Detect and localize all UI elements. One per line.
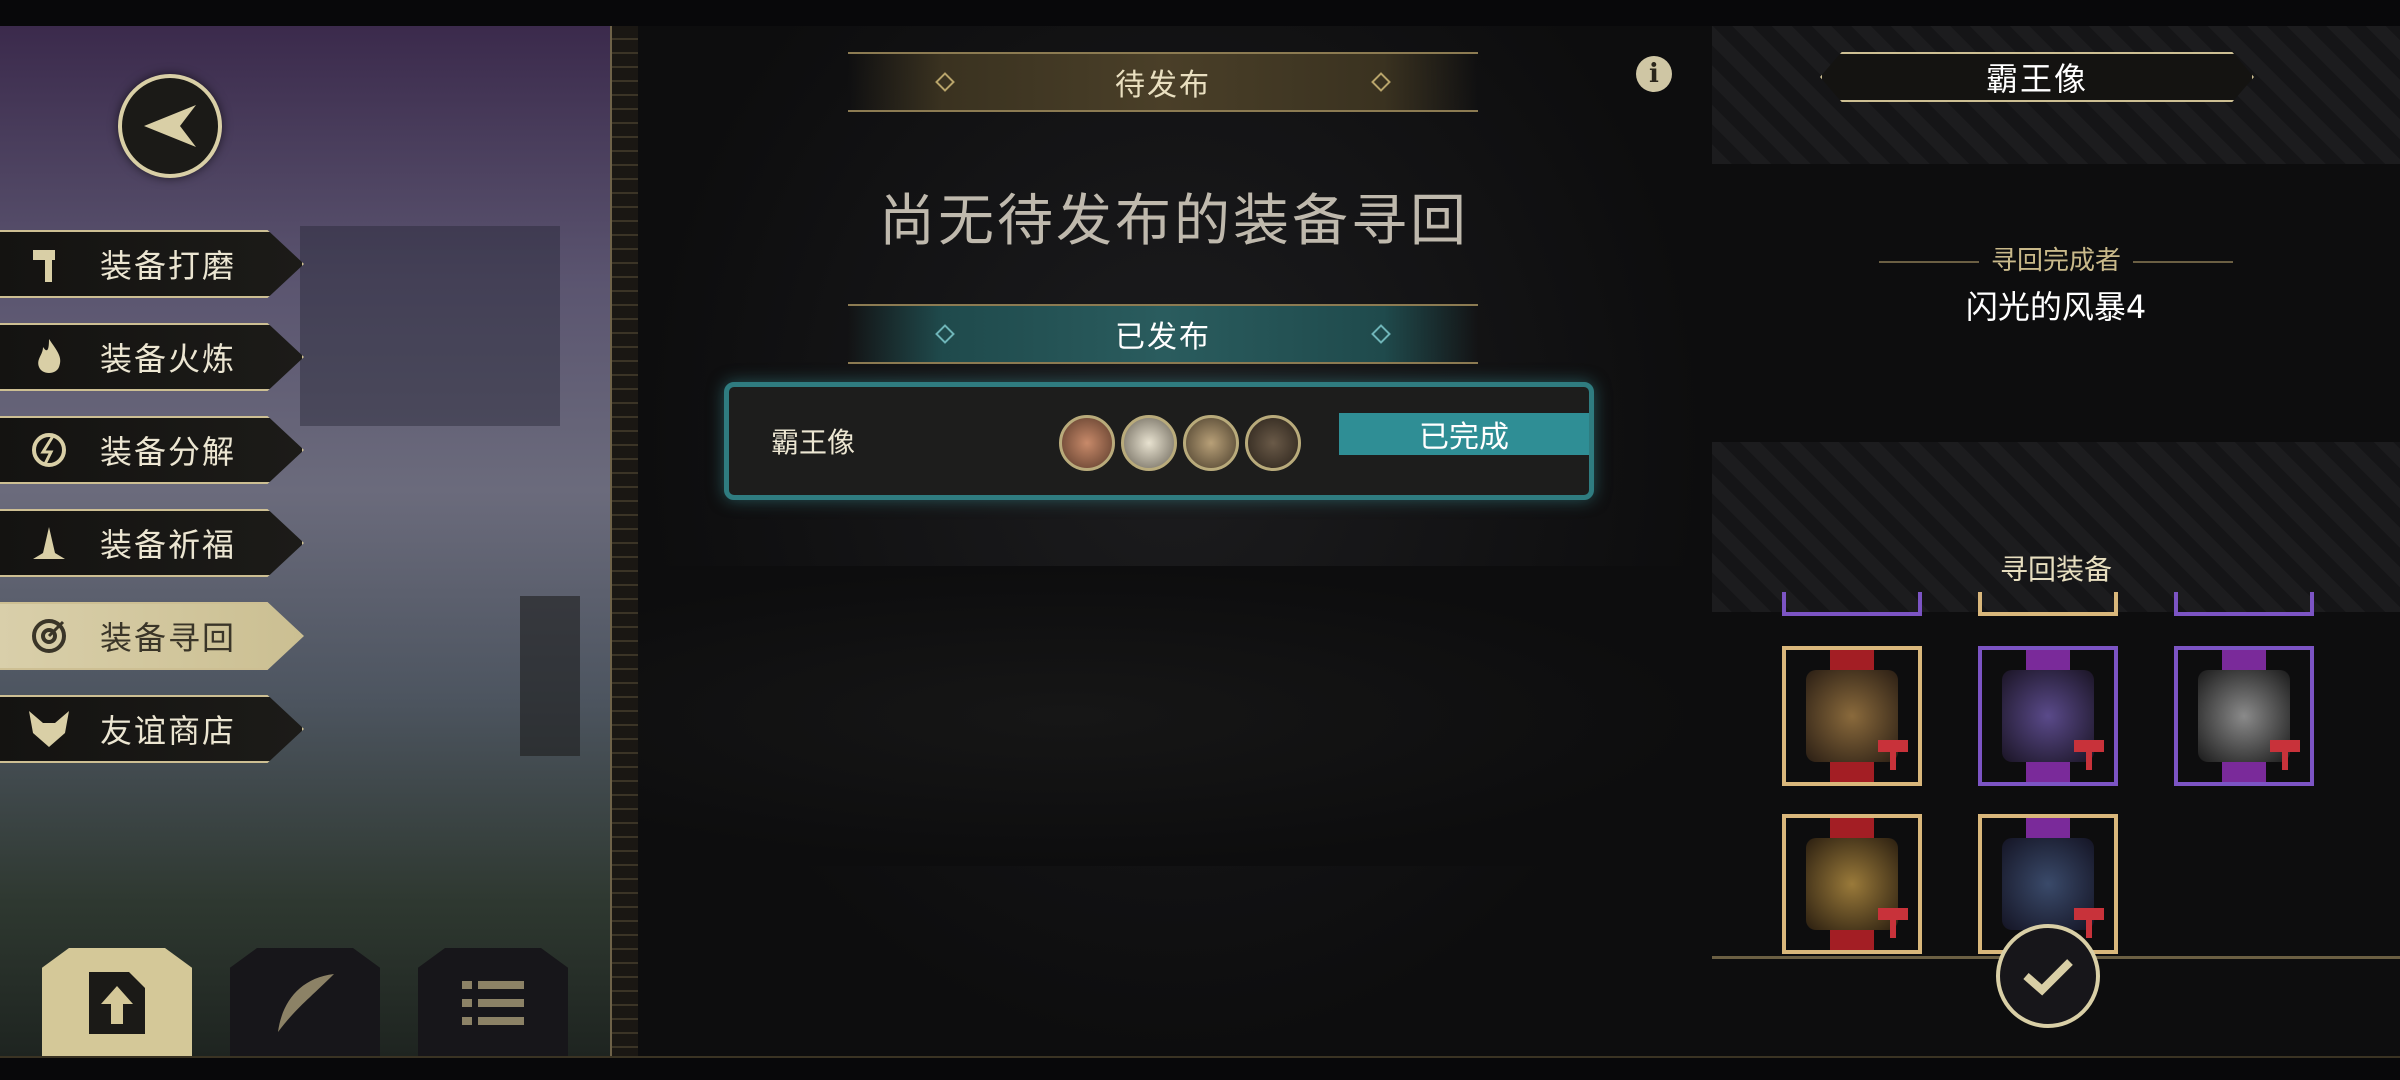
back-button[interactable] xyxy=(118,74,222,178)
tab-list[interactable] xyxy=(418,948,568,1058)
completer-name: 闪光的风暴4 xyxy=(1965,288,2147,326)
diamond-ornament-icon xyxy=(1371,72,1391,92)
equipment-item-partial[interactable] xyxy=(1782,592,1922,616)
left-panel: 装备打磨 装备火炼 装备分解 装备祈福 装备寻回 友谊商店 xyxy=(0,26,610,1058)
completer-label: 寻回完成者 xyxy=(1712,240,2400,277)
right-panel: 霸王像 寻回完成者 闪光的风暴4 寻回装备 xyxy=(1700,26,2400,1058)
hammer-icon xyxy=(24,239,74,289)
target-icon xyxy=(24,611,74,661)
diamond-ornament-icon xyxy=(935,324,955,344)
quest-status-badge: 已完成 xyxy=(1339,413,1589,455)
empty-pending-message: 尚无待发布的装备寻回 xyxy=(879,189,1469,254)
hero-portrait-icon xyxy=(1183,415,1239,471)
quest-name: 霸王像 xyxy=(771,426,856,459)
list-icon xyxy=(462,981,524,1025)
tower-silhouette xyxy=(520,596,580,756)
quest-row[interactable]: 霸王像 已完成 xyxy=(724,382,1594,500)
published-header: 已发布 xyxy=(848,304,1478,364)
fox-icon xyxy=(24,704,74,754)
info-button[interactable]: i xyxy=(1636,56,1672,92)
hero-portrait-icon xyxy=(1059,415,1115,471)
menu-item-pray[interactable]: 装备祈福 xyxy=(0,509,304,577)
menu-item-label: 装备寻回 xyxy=(100,619,237,657)
diamond-ornament-icon xyxy=(1371,324,1391,344)
pray-hands-icon xyxy=(24,518,74,568)
menu-item-label: 装备打磨 xyxy=(100,247,237,285)
castle-silhouette xyxy=(300,226,560,426)
center-panel: 待发布 i 尚无待发布的装备寻回 已发布 霸王像 已完成 xyxy=(638,26,1710,1058)
menu-item-decompose[interactable]: 装备分解 xyxy=(0,416,304,484)
checkmark-icon xyxy=(2023,959,2073,996)
upload-icon xyxy=(89,972,145,1034)
published-header-label: 已发布 xyxy=(1115,320,1211,355)
ornament-line xyxy=(1878,260,1979,263)
equipment-item[interactable] xyxy=(1978,646,2118,786)
menu-item-label: 装备火炼 xyxy=(100,340,237,378)
ornament-line xyxy=(2133,260,2233,263)
completer-label-text: 寻回完成者 xyxy=(1990,246,2121,276)
menu-item-label: 友谊商店 xyxy=(100,712,237,750)
equipment-item-partial[interactable] xyxy=(1978,592,2118,616)
bottom-border xyxy=(0,1056,2400,1080)
equipment-item-partial[interactable] xyxy=(2174,592,2314,616)
menu-item-fire-refine[interactable]: 装备火炼 xyxy=(0,323,304,391)
hero-portrait-icon xyxy=(1121,415,1177,471)
menu-item-friend-shop[interactable]: 友谊商店 xyxy=(0,695,304,763)
tab-upload[interactable] xyxy=(42,948,192,1058)
tab-feather[interactable] xyxy=(230,948,380,1058)
feather-icon xyxy=(278,974,334,1032)
equipment-item[interactable] xyxy=(1782,646,1922,786)
menu-item-label: 装备祈福 xyxy=(100,526,237,564)
equipment-item[interactable] xyxy=(2174,646,2314,786)
pending-header: 待发布 xyxy=(848,52,1478,112)
confirm-button[interactable] xyxy=(1996,924,2100,1028)
menu-item-label: 装备分解 xyxy=(100,433,237,471)
army-silhouette-background xyxy=(638,566,1710,866)
equipment-item[interactable] xyxy=(1782,814,1922,954)
ornate-divider xyxy=(610,26,640,1058)
hero-portrait-icon xyxy=(1245,415,1301,471)
diamond-ornament-icon xyxy=(935,72,955,92)
decompose-icon xyxy=(24,425,74,475)
hero-portraits xyxy=(1059,415,1301,471)
menu-item-polish[interactable]: 装备打磨 xyxy=(0,230,304,298)
back-arrow-icon xyxy=(144,105,196,147)
flame-icon xyxy=(24,332,74,382)
info-icon: i xyxy=(1649,59,1659,89)
top-border xyxy=(0,0,2400,28)
equipment-label: 寻回装备 xyxy=(1999,553,2112,586)
detail-title: 霸王像 xyxy=(1820,52,2254,102)
menu-item-retrieve[interactable]: 装备寻回 xyxy=(0,602,304,670)
pending-header-label: 待发布 xyxy=(1115,68,1211,103)
